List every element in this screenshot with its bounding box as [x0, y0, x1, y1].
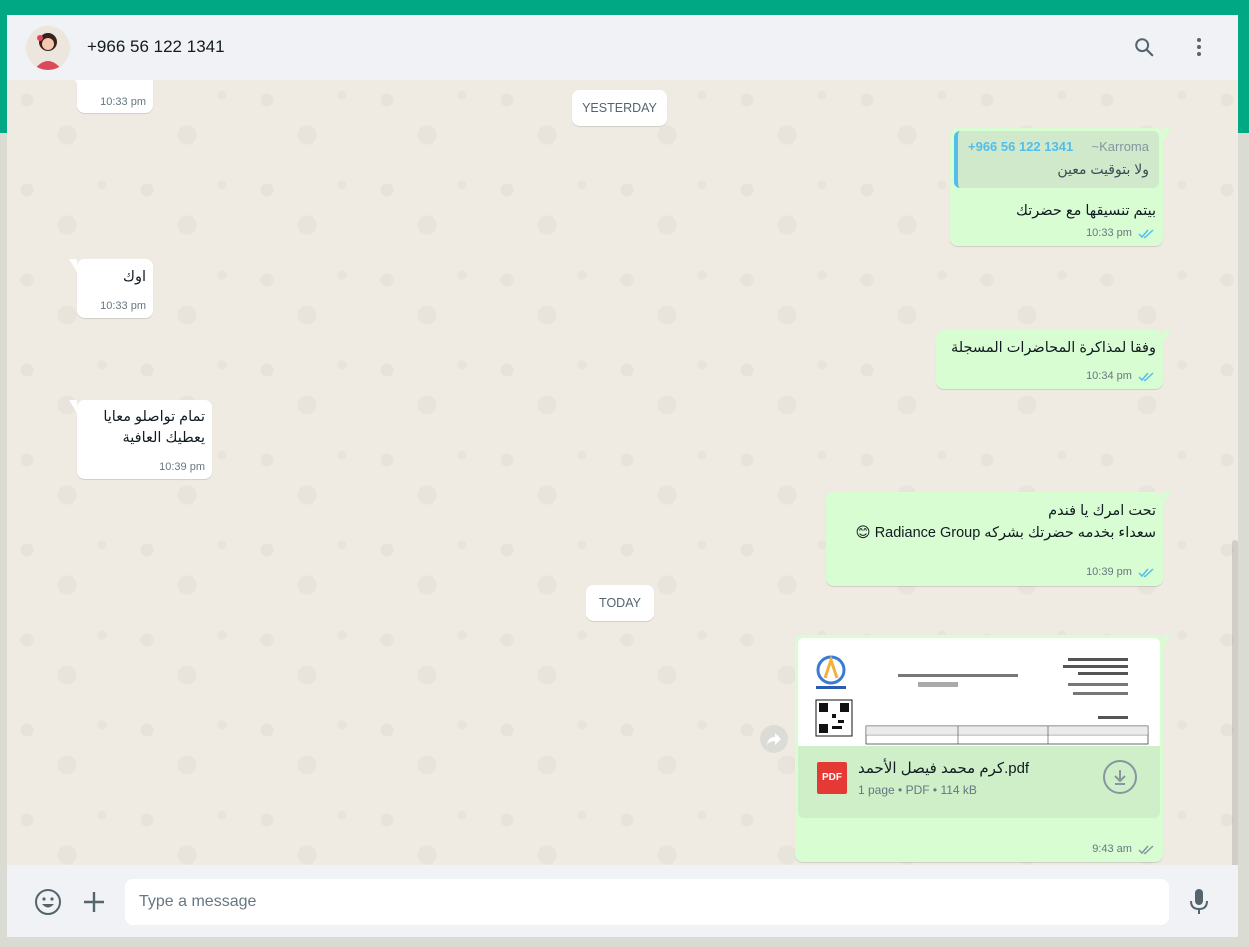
chat-area[interactable]: 10:33 pm YESTERDAY +966 56 122 1341 ~Kar… [7, 80, 1238, 880]
document-preview[interactable] [798, 638, 1160, 746]
message-text: وفقا لمذاكرة المحاضرات المسجلة [950, 340, 1156, 356]
download-icon[interactable] [1103, 760, 1137, 794]
forward-icon[interactable] [760, 725, 788, 753]
message-input[interactable] [125, 879, 1169, 925]
quoted-text: ولا بتوقيت معين [1057, 161, 1149, 177]
outgoing-message[interactable]: +966 56 122 1341 ~Karroma ولا بتوقيت معي… [950, 128, 1171, 246]
message-text-line: يعطيك العافية [122, 430, 206, 446]
double-check-icon [1138, 568, 1154, 577]
document-info[interactable]: PDF كرم محمد فيصل الأحمد.pdf 1 page • PD… [798, 746, 1160, 818]
microphone-icon[interactable] [1183, 886, 1215, 918]
date-divider-today: TODAY [586, 585, 654, 621]
document-meta: 1 page • PDF • 114 kB [858, 783, 977, 797]
message-text: اوك [123, 269, 146, 285]
message-text-line: سعداء بخدمه حضرتك بشركه Radiance Group 😊 [855, 525, 1156, 541]
chat-header: +966 56 122 1341 [7, 15, 1238, 80]
incoming-message[interactable]: اوك 10:33 pm [69, 259, 153, 318]
message-time: 10:34 pm [1086, 370, 1155, 382]
contact-title[interactable]: +966 56 122 1341 [87, 37, 225, 57]
double-check-icon [1138, 845, 1154, 854]
incoming-message[interactable]: 10:33 pm [69, 80, 153, 113]
outgoing-message[interactable]: تحت امرك يا فندم سعداء بخدمه حضرتك بشركه… [826, 492, 1171, 586]
message-text-line: تمام تواصلو معايا [103, 409, 205, 425]
message-time: 10:33 pm [100, 96, 146, 108]
menu-icon[interactable] [1185, 33, 1213, 61]
message-time: 10:33 pm [100, 300, 146, 312]
quoted-sender-number: +966 56 122 1341 [968, 139, 1074, 154]
message-text: بيتم تنسيقها مع حضرتك [1016, 203, 1156, 219]
message-text-line: تحت امرك يا فندم [1048, 503, 1156, 519]
outgoing-document-message[interactable]: PDF كرم محمد فيصل الأحمد.pdf 1 page • PD… [795, 635, 1171, 862]
message-time: 9:43 am [1092, 843, 1155, 855]
pdf-icon: PDF [817, 762, 847, 794]
composer-bar [7, 865, 1238, 937]
contact-avatar[interactable] [26, 26, 70, 70]
document-file-name: كرم محمد فيصل الأحمد.pdf [858, 760, 1030, 777]
quoted-sender-pushname: ~Karroma [1091, 139, 1149, 154]
double-check-icon [1138, 229, 1154, 238]
search-icon[interactable] [1130, 33, 1158, 61]
chat-scrollbar[interactable] [1232, 540, 1238, 880]
message-time-label: 9:43 am [1092, 843, 1132, 855]
message-time-label: 10:34 pm [1086, 370, 1132, 382]
message-time: 10:39 pm [1086, 566, 1155, 578]
plus-icon[interactable] [78, 886, 110, 918]
double-check-icon [1138, 372, 1154, 381]
quoted-message[interactable]: +966 56 122 1341 ~Karroma ولا بتوقيت معي… [954, 131, 1159, 188]
message-time: 10:33 pm [1086, 227, 1155, 239]
incoming-message[interactable]: تمام تواصلو معايا يعطيك العافية 10:39 pm [69, 400, 212, 479]
outgoing-message[interactable]: وفقا لمذاكرة المحاضرات المسجلة 10:34 pm [936, 330, 1171, 389]
emoji-icon[interactable] [32, 886, 64, 918]
message-time-label: 10:33 pm [1086, 227, 1132, 239]
document-preview-image [798, 638, 1160, 746]
chat-window: +966 56 122 1341 10:33 pm YESTERDAY +966… [7, 15, 1238, 937]
message-time: 10:39 pm [159, 461, 205, 473]
date-divider-yesterday: YESTERDAY [572, 90, 667, 126]
message-time-label: 10:39 pm [1086, 566, 1132, 578]
